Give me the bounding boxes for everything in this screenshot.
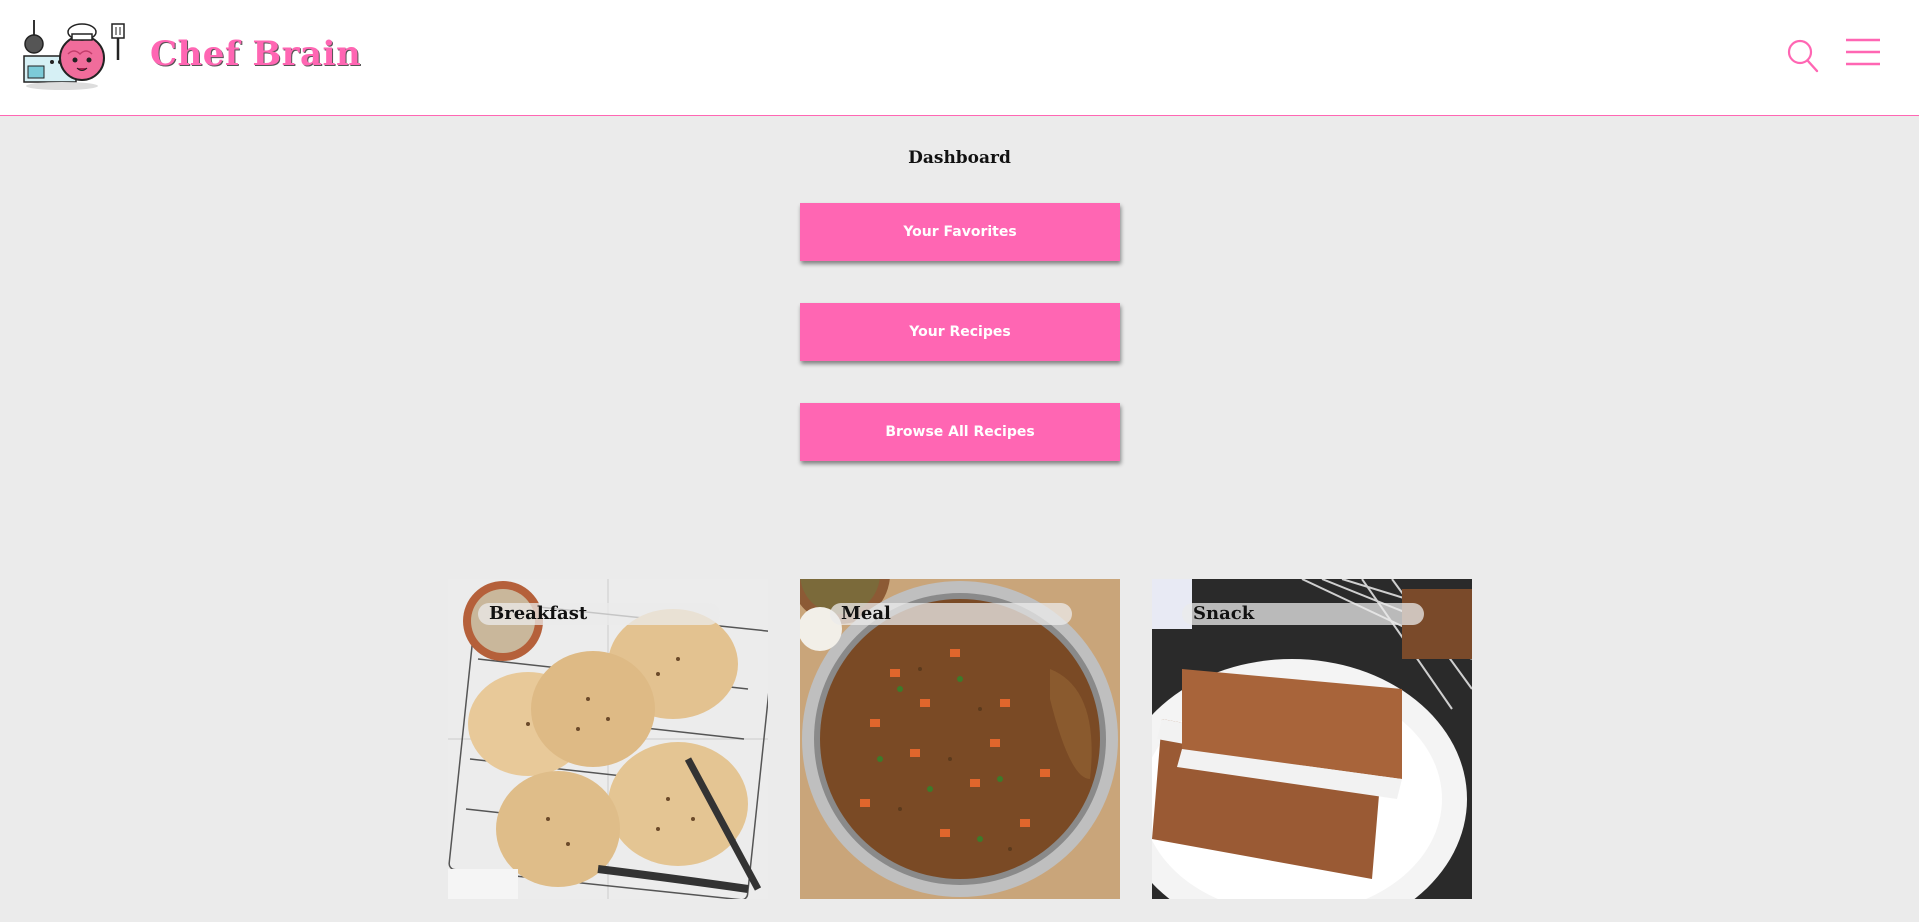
category-label: Meal bbox=[841, 603, 891, 624]
browse-all-recipes-button[interactable]: Browse All Recipes bbox=[800, 403, 1120, 461]
app-header: Chef Brain bbox=[0, 0, 1919, 116]
category-card-snack[interactable]: Snack bbox=[1152, 579, 1472, 899]
category-label: Snack bbox=[1193, 603, 1255, 624]
category-card-meal[interactable]: Meal bbox=[800, 579, 1120, 899]
page-title: Dashboard bbox=[908, 148, 1011, 168]
lentil-stew-pot-photo bbox=[800, 579, 1120, 899]
chef-brain-logo[interactable] bbox=[22, 18, 134, 92]
category-card-breakfast[interactable]: Breakfast bbox=[448, 579, 768, 899]
your-recipes-button[interactable]: Your Recipes bbox=[800, 303, 1120, 361]
category-label: Breakfast bbox=[489, 603, 588, 624]
brand-title[interactable]: Chef Brain bbox=[150, 34, 361, 74]
hamburger-menu-icon[interactable] bbox=[1845, 37, 1881, 69]
flatbread-on-rack-photo bbox=[448, 579, 768, 899]
search-icon[interactable] bbox=[1786, 38, 1820, 74]
your-favorites-button[interactable]: Your Favorites bbox=[800, 203, 1120, 261]
glazed-loaf-slices-photo bbox=[1152, 579, 1472, 899]
